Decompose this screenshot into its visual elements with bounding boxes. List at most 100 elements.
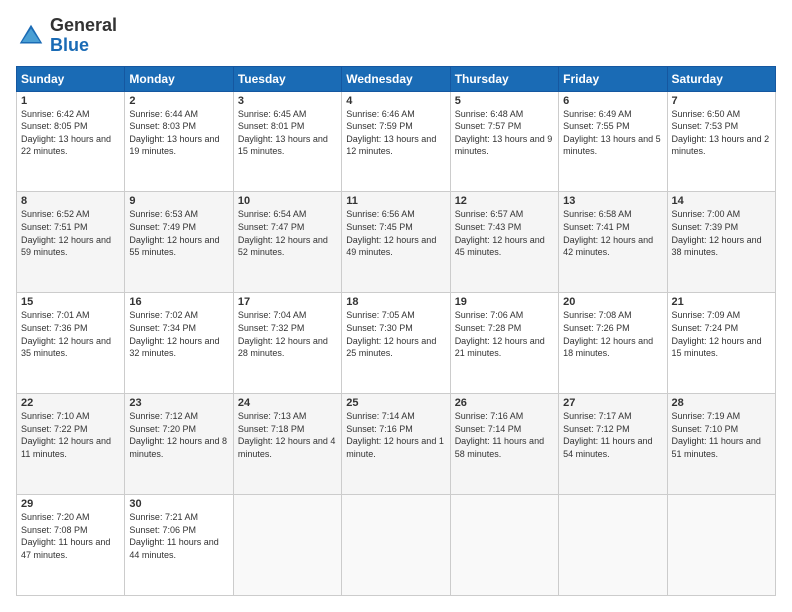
cell-info: Sunrise: 6:42 AMSunset: 8:05 PMDaylight:… <box>21 108 120 158</box>
day-number: 15 <box>21 296 120 308</box>
day-cell: 25 Sunrise: 7:14 AMSunset: 7:16 PMDaylig… <box>342 394 450 495</box>
day-cell: 21 Sunrise: 7:09 AMSunset: 7:24 PMDaylig… <box>667 293 775 394</box>
empty-cell <box>342 495 450 596</box>
day-number: 12 <box>455 195 554 207</box>
cell-info: Sunrise: 7:06 AMSunset: 7:28 PMDaylight:… <box>455 309 554 359</box>
cell-info: Sunrise: 6:48 AMSunset: 7:57 PMDaylight:… <box>455 108 554 158</box>
day-number: 19 <box>455 296 554 308</box>
day-cell: 5 Sunrise: 6:48 AMSunset: 7:57 PMDayligh… <box>450 91 558 192</box>
day-number: 5 <box>455 95 554 107</box>
day-cell: 29 Sunrise: 7:20 AMSunset: 7:08 PMDaylig… <box>17 495 125 596</box>
day-number: 28 <box>672 397 771 409</box>
cell-info: Sunrise: 6:50 AMSunset: 7:53 PMDaylight:… <box>672 108 771 158</box>
day-number: 22 <box>21 397 120 409</box>
weekday-header: Thursday <box>450 66 558 91</box>
day-cell: 15 Sunrise: 7:01 AMSunset: 7:36 PMDaylig… <box>17 293 125 394</box>
day-cell: 2 Sunrise: 6:44 AMSunset: 8:03 PMDayligh… <box>125 91 233 192</box>
day-number: 14 <box>672 195 771 207</box>
day-number: 27 <box>563 397 662 409</box>
cell-info: Sunrise: 7:16 AMSunset: 7:14 PMDaylight:… <box>455 410 554 460</box>
logo: GeneralBlue <box>16 16 117 56</box>
day-number: 9 <box>129 195 228 207</box>
weekday-header: Sunday <box>17 66 125 91</box>
day-number: 30 <box>129 498 228 510</box>
weekday-header: Friday <box>559 66 667 91</box>
day-cell: 22 Sunrise: 7:10 AMSunset: 7:22 PMDaylig… <box>17 394 125 495</box>
cell-info: Sunrise: 6:58 AMSunset: 7:41 PMDaylight:… <box>563 208 662 258</box>
cell-info: Sunrise: 7:12 AMSunset: 7:20 PMDaylight:… <box>129 410 228 460</box>
cell-info: Sunrise: 7:17 AMSunset: 7:12 PMDaylight:… <box>563 410 662 460</box>
day-number: 24 <box>238 397 337 409</box>
cell-info: Sunrise: 7:00 AMSunset: 7:39 PMDaylight:… <box>672 208 771 258</box>
day-cell: 9 Sunrise: 6:53 AMSunset: 7:49 PMDayligh… <box>125 192 233 293</box>
day-cell: 12 Sunrise: 6:57 AMSunset: 7:43 PMDaylig… <box>450 192 558 293</box>
empty-cell <box>667 495 775 596</box>
day-cell: 28 Sunrise: 7:19 AMSunset: 7:10 PMDaylig… <box>667 394 775 495</box>
day-number: 10 <box>238 195 337 207</box>
empty-cell <box>450 495 558 596</box>
day-number: 17 <box>238 296 337 308</box>
cell-info: Sunrise: 6:53 AMSunset: 7:49 PMDaylight:… <box>129 208 228 258</box>
cell-info: Sunrise: 6:46 AMSunset: 7:59 PMDaylight:… <box>346 108 445 158</box>
day-cell: 7 Sunrise: 6:50 AMSunset: 7:53 PMDayligh… <box>667 91 775 192</box>
weekday-header: Saturday <box>667 66 775 91</box>
day-cell: 1 Sunrise: 6:42 AMSunset: 8:05 PMDayligh… <box>17 91 125 192</box>
cell-info: Sunrise: 7:14 AMSunset: 7:16 PMDaylight:… <box>346 410 445 460</box>
day-cell: 3 Sunrise: 6:45 AMSunset: 8:01 PMDayligh… <box>233 91 341 192</box>
weekday-header: Monday <box>125 66 233 91</box>
weekday-header: Wednesday <box>342 66 450 91</box>
day-cell: 19 Sunrise: 7:06 AMSunset: 7:28 PMDaylig… <box>450 293 558 394</box>
calendar-table: SundayMondayTuesdayWednesdayThursdayFrid… <box>16 66 776 596</box>
day-number: 8 <box>21 195 120 207</box>
cell-info: Sunrise: 7:10 AMSunset: 7:22 PMDaylight:… <box>21 410 120 460</box>
logo-text: GeneralBlue <box>50 16 117 56</box>
day-cell: 16 Sunrise: 7:02 AMSunset: 7:34 PMDaylig… <box>125 293 233 394</box>
day-number: 7 <box>672 95 771 107</box>
header: GeneralBlue <box>16 16 776 56</box>
day-number: 13 <box>563 195 662 207</box>
cell-info: Sunrise: 7:13 AMSunset: 7:18 PMDaylight:… <box>238 410 337 460</box>
day-cell: 6 Sunrise: 6:49 AMSunset: 7:55 PMDayligh… <box>559 91 667 192</box>
day-cell: 24 Sunrise: 7:13 AMSunset: 7:18 PMDaylig… <box>233 394 341 495</box>
day-number: 2 <box>129 95 228 107</box>
cell-info: Sunrise: 6:45 AMSunset: 8:01 PMDaylight:… <box>238 108 337 158</box>
weekday-header: Tuesday <box>233 66 341 91</box>
day-number: 26 <box>455 397 554 409</box>
day-number: 20 <box>563 296 662 308</box>
logo-icon <box>16 21 46 51</box>
day-cell: 14 Sunrise: 7:00 AMSunset: 7:39 PMDaylig… <box>667 192 775 293</box>
cell-info: Sunrise: 7:08 AMSunset: 7:26 PMDaylight:… <box>563 309 662 359</box>
day-cell: 8 Sunrise: 6:52 AMSunset: 7:51 PMDayligh… <box>17 192 125 293</box>
day-number: 29 <box>21 498 120 510</box>
cell-info: Sunrise: 7:05 AMSunset: 7:30 PMDaylight:… <box>346 309 445 359</box>
day-number: 21 <box>672 296 771 308</box>
day-cell: 23 Sunrise: 7:12 AMSunset: 7:20 PMDaylig… <box>125 394 233 495</box>
day-number: 11 <box>346 195 445 207</box>
day-cell: 10 Sunrise: 6:54 AMSunset: 7:47 PMDaylig… <box>233 192 341 293</box>
cell-info: Sunrise: 7:04 AMSunset: 7:32 PMDaylight:… <box>238 309 337 359</box>
cell-info: Sunrise: 7:02 AMSunset: 7:34 PMDaylight:… <box>129 309 228 359</box>
day-cell: 30 Sunrise: 7:21 AMSunset: 7:06 PMDaylig… <box>125 495 233 596</box>
day-cell: 4 Sunrise: 6:46 AMSunset: 7:59 PMDayligh… <box>342 91 450 192</box>
page: GeneralBlue SundayMondayTuesdayWednesday… <box>0 0 792 612</box>
day-cell: 13 Sunrise: 6:58 AMSunset: 7:41 PMDaylig… <box>559 192 667 293</box>
empty-cell <box>233 495 341 596</box>
day-cell: 26 Sunrise: 7:16 AMSunset: 7:14 PMDaylig… <box>450 394 558 495</box>
day-number: 18 <box>346 296 445 308</box>
cell-info: Sunrise: 6:44 AMSunset: 8:03 PMDaylight:… <box>129 108 228 158</box>
day-cell: 11 Sunrise: 6:56 AMSunset: 7:45 PMDaylig… <box>342 192 450 293</box>
day-cell: 27 Sunrise: 7:17 AMSunset: 7:12 PMDaylig… <box>559 394 667 495</box>
day-cell: 20 Sunrise: 7:08 AMSunset: 7:26 PMDaylig… <box>559 293 667 394</box>
day-number: 6 <box>563 95 662 107</box>
cell-info: Sunrise: 7:09 AMSunset: 7:24 PMDaylight:… <box>672 309 771 359</box>
day-number: 1 <box>21 95 120 107</box>
empty-cell <box>559 495 667 596</box>
day-number: 23 <box>129 397 228 409</box>
day-cell: 18 Sunrise: 7:05 AMSunset: 7:30 PMDaylig… <box>342 293 450 394</box>
cell-info: Sunrise: 7:21 AMSunset: 7:06 PMDaylight:… <box>129 511 228 561</box>
cell-info: Sunrise: 6:54 AMSunset: 7:47 PMDaylight:… <box>238 208 337 258</box>
cell-info: Sunrise: 6:56 AMSunset: 7:45 PMDaylight:… <box>346 208 445 258</box>
cell-info: Sunrise: 7:19 AMSunset: 7:10 PMDaylight:… <box>672 410 771 460</box>
day-number: 3 <box>238 95 337 107</box>
cell-info: Sunrise: 7:20 AMSunset: 7:08 PMDaylight:… <box>21 511 120 561</box>
